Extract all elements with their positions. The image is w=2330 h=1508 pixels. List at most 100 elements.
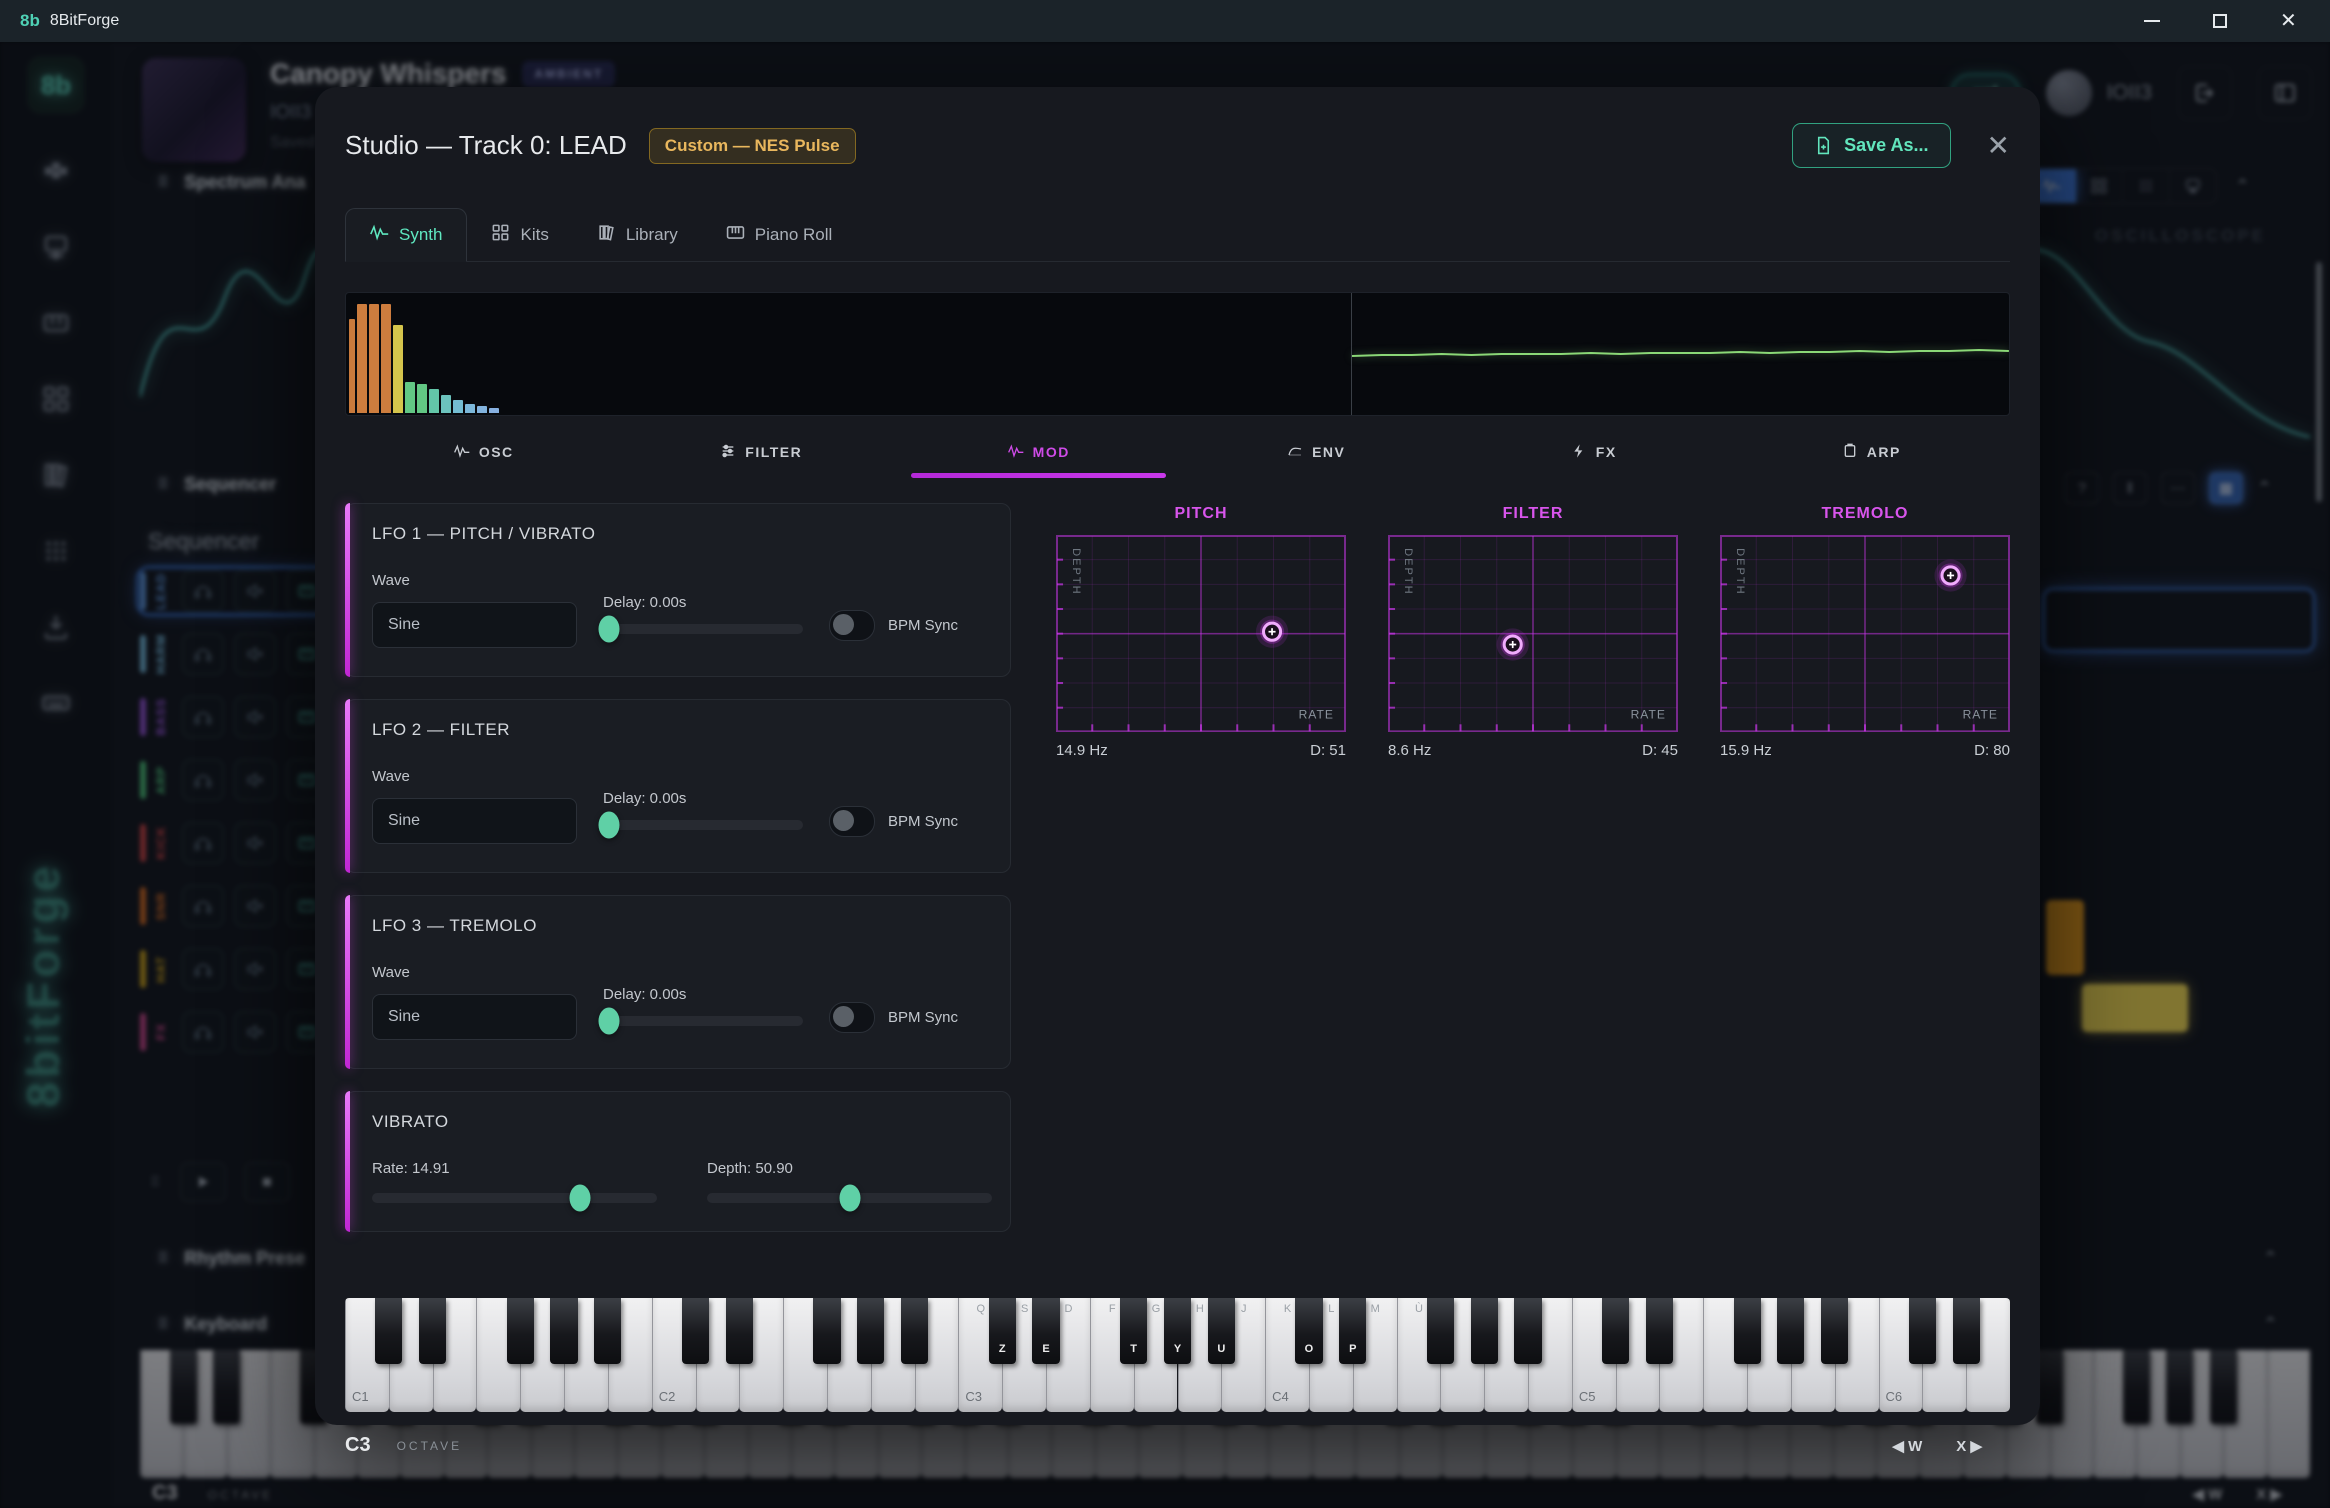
close-window-button[interactable]: ✕ xyxy=(2280,13,2296,29)
bpm-sync-toggle[interactable] xyxy=(829,806,875,837)
piano-key-black-Fs2[interactable] xyxy=(813,1298,840,1364)
piano-key-black-Gs2[interactable] xyxy=(857,1298,884,1364)
delay-slider[interactable] xyxy=(603,820,803,830)
bpm-sync-label: BPM Sync xyxy=(888,813,958,830)
slider-thumb[interactable] xyxy=(599,1008,620,1035)
bpm-sync-label: BPM Sync xyxy=(888,617,958,634)
piano-key-black-Fs4[interactable] xyxy=(1427,1298,1454,1364)
piano-key-black-As4[interactable] xyxy=(1514,1298,1541,1364)
subtab-filter[interactable]: FILTER xyxy=(623,426,901,478)
wave-select[interactable]: Sine xyxy=(372,798,577,844)
pad-rate-value: 14.9 Hz xyxy=(1056,742,1108,759)
piano-key-black-Cs2[interactable] xyxy=(682,1298,709,1364)
slider-thumb[interactable] xyxy=(839,1185,860,1212)
subtab-osc[interactable]: OSC xyxy=(345,426,623,478)
piano-key-black-As2[interactable] xyxy=(901,1298,928,1364)
tab-piano-roll[interactable]: Piano Roll xyxy=(702,208,857,261)
vibrato-depth-slider[interactable] xyxy=(707,1193,992,1203)
maximize-button[interactable] xyxy=(2212,13,2228,29)
piano-key-black-Fs5[interactable] xyxy=(1734,1298,1761,1364)
delay-slider[interactable] xyxy=(603,1016,803,1026)
piano-key-black-Gs5[interactable] xyxy=(1777,1298,1804,1364)
svg-text:RATE: RATE xyxy=(1963,707,1998,721)
grid-icon xyxy=(491,223,510,247)
subtab-fx[interactable]: FX xyxy=(1455,426,1733,478)
piano-key-black-Fs3[interactable]: T xyxy=(1120,1298,1147,1364)
delay-label: Delay: 0.00s xyxy=(603,594,803,611)
piano-key-black-As1[interactable] xyxy=(594,1298,621,1364)
delay-slider[interactable] xyxy=(603,624,803,634)
app-logo: 8b xyxy=(20,11,40,31)
octave-key-label: C5 xyxy=(1579,1389,1596,1404)
subtab-mod[interactable]: MOD xyxy=(900,426,1178,478)
xy-pad-filter: FILTER DEPTH RATE 8.6 Hz D: 45 xyxy=(1388,505,1678,759)
piano-key-black-Gs1[interactable] xyxy=(550,1298,577,1364)
octave-label: OCTAVE xyxy=(397,1439,463,1453)
xy-pad-surface[interactable]: DEPTH RATE xyxy=(1056,535,1346,732)
octave-up-button[interactable]: X ▶ xyxy=(1956,1437,1982,1455)
wave-label: Wave xyxy=(372,768,577,785)
piano-key-black-Ds4[interactable]: P xyxy=(1339,1298,1366,1364)
svg-text:DEPTH: DEPTH xyxy=(1734,548,1746,596)
tab-library[interactable]: Library xyxy=(573,208,702,261)
xy-pad-surface[interactable]: DEPTH RATE xyxy=(1720,535,2010,732)
vibrato-rate-slider[interactable] xyxy=(372,1193,657,1203)
pad-title: TREMOLO xyxy=(1720,505,2010,523)
piano-key-black-Ds6[interactable] xyxy=(1953,1298,1980,1364)
spectrum-bar xyxy=(453,400,463,413)
piano-key-black-Ds1[interactable] xyxy=(419,1298,446,1364)
piano-key-black-As5[interactable] xyxy=(1821,1298,1848,1364)
spectrum-bar xyxy=(405,382,415,413)
piano-key-black-Cs3[interactable]: Z xyxy=(989,1298,1016,1364)
slider-thumb[interactable] xyxy=(570,1185,591,1212)
piano-key-black-Cs5[interactable] xyxy=(1602,1298,1629,1364)
wave-value: Sine xyxy=(388,812,420,830)
piano-key-black-Cs1[interactable] xyxy=(375,1298,402,1364)
piano-key-black-Cs4[interactable]: O xyxy=(1295,1298,1322,1364)
save-as-button[interactable]: Save As... xyxy=(1792,123,1950,168)
slider-thumb[interactable] xyxy=(599,616,620,643)
modal-title: Studio — Track 0: LEAD xyxy=(345,130,627,161)
piano-key-black-Fs1[interactable] xyxy=(507,1298,534,1364)
lfo-panel-3: LFO 3 — TREMOLO Wave Sine Delay: 0.00s B… xyxy=(345,895,1011,1069)
close-modal-icon[interactable]: ✕ xyxy=(1987,132,2010,160)
piano-key-black-Cs6[interactable] xyxy=(1909,1298,1936,1364)
octave-key-label: C4 xyxy=(1272,1389,1289,1404)
panel-accent xyxy=(345,895,350,1069)
piano-key-black-Gs3[interactable]: Y xyxy=(1164,1298,1191,1364)
library-icon xyxy=(597,223,616,247)
octave-value: C3 xyxy=(345,1434,371,1457)
subtab-label: ENV xyxy=(1312,444,1345,460)
toggle-knob xyxy=(833,614,854,635)
key-binding-label: O xyxy=(1295,1343,1322,1355)
piano-key-black-Ds5[interactable] xyxy=(1646,1298,1673,1364)
wave-display xyxy=(345,292,2010,416)
piano-key-black-Ds3[interactable]: E xyxy=(1032,1298,1059,1364)
tab-label: Synth xyxy=(399,225,442,245)
octave-key-label: C6 xyxy=(1886,1389,1903,1404)
octave-down-button[interactable]: ◀ W xyxy=(1892,1437,1922,1455)
piano-key-black-As3[interactable]: U xyxy=(1208,1298,1235,1364)
subtab-env[interactable]: ENV xyxy=(1178,426,1456,478)
key-binding-label: U xyxy=(1208,1343,1235,1355)
window-titlebar: 8b 8BitForge ✕ xyxy=(0,0,2330,42)
tab-synth[interactable]: Synth xyxy=(345,208,467,262)
svg-text:DEPTH: DEPTH xyxy=(1402,548,1414,596)
bpm-sync-toggle[interactable] xyxy=(829,1002,875,1033)
minimize-button[interactable] xyxy=(2144,13,2160,29)
tab-kits[interactable]: Kits xyxy=(467,208,572,261)
piano-keyboard: C1C2C3QSDFGHJC4KLMÙC5C6ZETYUOP xyxy=(345,1298,2010,1412)
wave-select[interactable]: Sine xyxy=(372,994,577,1040)
xy-pad-surface[interactable]: DEPTH RATE xyxy=(1388,535,1678,732)
subtab-arp[interactable]: ARP xyxy=(1733,426,2011,478)
wave-select[interactable]: Sine xyxy=(372,602,577,648)
piano-key-black-Ds2[interactable] xyxy=(726,1298,753,1364)
bpm-sync-toggle[interactable] xyxy=(829,610,875,641)
wave-label: Wave xyxy=(372,964,577,981)
piano-key-black-Gs4[interactable] xyxy=(1471,1298,1498,1364)
key-binding-label: E xyxy=(1032,1343,1059,1355)
spectrum-bar xyxy=(381,304,391,413)
svg-text:DEPTH: DEPTH xyxy=(1070,548,1082,596)
slider-thumb[interactable] xyxy=(599,812,620,839)
spectrum-bar xyxy=(357,304,367,413)
